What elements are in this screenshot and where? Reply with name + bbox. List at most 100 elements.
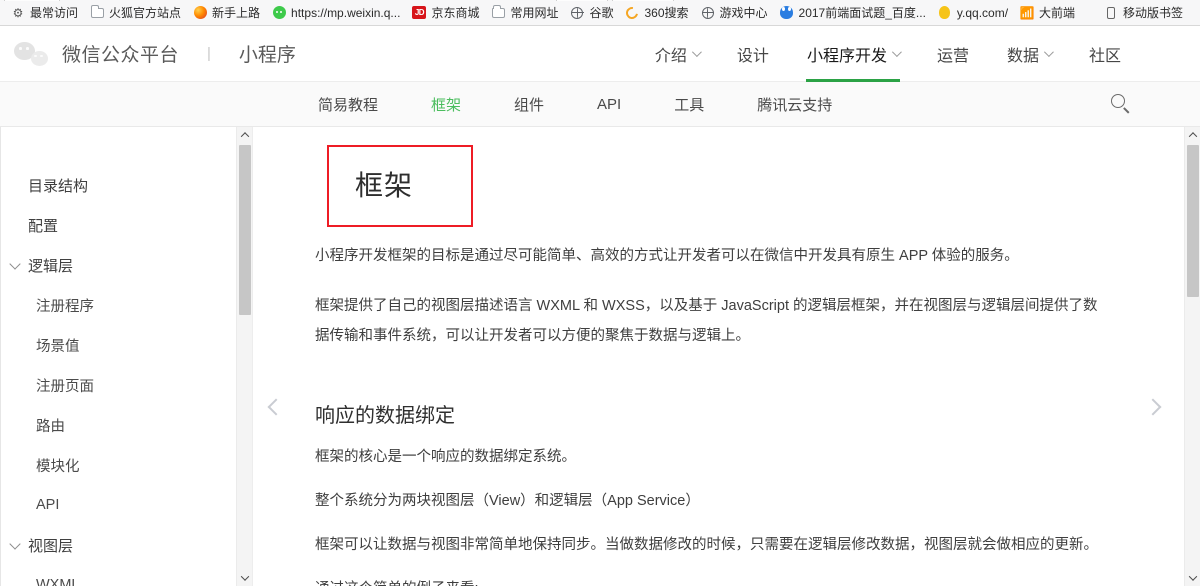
bookmark-qq-music[interactable]: y.qq.com/ — [933, 4, 1015, 22]
page-scrollbar[interactable] — [1184, 127, 1200, 586]
wechat-icon — [272, 6, 286, 20]
nav-item-operation[interactable]: 运营 — [918, 26, 988, 82]
chevron-down-icon — [9, 258, 20, 269]
chevron-left-icon[interactable] — [263, 387, 289, 427]
sidebar-item-register-page[interactable]: 注册页面 — [1, 365, 236, 405]
sidebar-item-config[interactable]: 配置 — [1, 205, 236, 245]
brand-title: 微信公众平台 — [62, 40, 179, 67]
browser-tab-stub — [612, 0, 674, 1]
bookmark-label: 京东商城 — [431, 6, 479, 20]
sidebar-item-label: 注册页面 — [36, 375, 94, 396]
bookmark-mobile-bookmarks[interactable]: 移动版书签 — [1099, 4, 1190, 22]
sidebar: 目录结构 配置 逻辑层 注册程序 场景值 注册页面 路由 模块化 — [0, 127, 253, 586]
page-title: 框架 — [355, 169, 413, 203]
chevron-down-icon — [692, 47, 702, 57]
globe-icon — [701, 6, 715, 20]
sidebar-item-register-app[interactable]: 注册程序 — [1, 285, 236, 325]
bookmark-label: 移动版书签 — [1123, 6, 1183, 20]
chevron-right-icon[interactable] — [1140, 387, 1166, 427]
folder-icon — [90, 6, 104, 20]
jd-icon: JD — [412, 6, 426, 20]
sidebar-item-label: 目录结构 — [28, 175, 88, 196]
bookmark-label: 大前端 — [1039, 6, 1075, 20]
subnav-item-tutorial[interactable]: 简易教程 — [318, 94, 378, 115]
sidebar-scrollbar[interactable] — [236, 127, 252, 586]
search-icon[interactable] — [1108, 91, 1134, 117]
sidebar-item-wxml[interactable]: WXML — [1, 565, 236, 586]
sidebar-item-modularization[interactable]: 模块化 — [1, 445, 236, 485]
bookmark-baidu-interview[interactable]: 2017前端面试题_百度... — [775, 4, 933, 22]
main-navigation: 介绍 设计 小程序开发 运营 数据 社区 — [636, 26, 1140, 82]
subnav-item-api[interactable]: API — [597, 96, 621, 113]
document-scroll-region: 框架 小程序开发框架的目标是通过尽可能简单、高效的方式让开发者可以在微信中开发具… — [253, 127, 1200, 586]
nav-item-data[interactable]: 数据 — [988, 26, 1070, 82]
sub-navigation: 简易教程 框架 组件 API 工具 腾讯云支持 — [0, 82, 1200, 127]
bookmark-most-visited[interactable]: ⚙ 最常访问 — [6, 4, 85, 22]
bookmark-label: https://mp.weixin.q... — [291, 6, 400, 20]
sidebar-item-label: 路由 — [36, 415, 65, 436]
bookmark-label: 新手上路 — [212, 6, 260, 20]
bookmark-label: 游戏中心 — [720, 6, 768, 20]
mobile-device-icon — [1104, 6, 1118, 20]
firefox-icon — [193, 6, 207, 20]
nav-label: 设计 — [737, 42, 769, 66]
scrollbar-thumb[interactable] — [239, 145, 251, 315]
nav-label: 社区 — [1089, 42, 1121, 66]
sidebar-group-logic-layer[interactable]: 逻辑层 — [1, 245, 236, 285]
site-logo-area[interactable]: 微信公众平台 | 小程序 — [14, 40, 296, 67]
chevron-down-icon — [1044, 47, 1054, 57]
nav-label: 小程序开发 — [807, 42, 887, 66]
bookmark-label: y.qq.com/ — [957, 6, 1008, 20]
bookmark-360-search[interactable]: 360搜索 — [620, 4, 695, 22]
scroll-down-arrow-icon[interactable] — [237, 570, 253, 586]
sidebar-item-label: 注册程序 — [36, 295, 94, 316]
nav-label: 介绍 — [655, 42, 687, 66]
subnav-item-components[interactable]: 组件 — [514, 94, 544, 115]
scroll-up-arrow-icon[interactable] — [1185, 127, 1200, 143]
subnav-item-tools[interactable]: 工具 — [674, 94, 704, 115]
globe-icon — [570, 6, 584, 20]
content-area: 框架 小程序开发框架的目标是通过尽可能简单、高效的方式让开发者可以在微信中开发具… — [253, 127, 1200, 586]
bookmark-firefox-official[interactable]: 火狐官方站点 — [85, 4, 188, 22]
nav-item-intro[interactable]: 介绍 — [636, 26, 718, 82]
bookmark-common-sites[interactable]: 常用网址 — [486, 4, 565, 22]
bookmark-getting-started[interactable]: 新手上路 — [188, 4, 267, 22]
bookmark-da-qian-duan[interactable]: 📶 大前端 — [1015, 4, 1082, 22]
nav-item-design[interactable]: 设计 — [718, 26, 788, 82]
subnav-item-tencent-cloud[interactable]: 腾讯云支持 — [757, 94, 832, 115]
nav-label: 运营 — [937, 42, 969, 66]
nav-item-community[interactable]: 社区 — [1070, 26, 1140, 82]
brand-separator: | — [207, 45, 211, 62]
bookmark-jd[interactable]: JD 京东商城 — [407, 4, 486, 22]
bookmark-label: 最常访问 — [30, 6, 78, 20]
page-body: 目录结构 配置 逻辑层 注册程序 场景值 注册页面 路由 模块化 — [0, 127, 1200, 586]
doc-paragraph-4: 整个系统分为两块视图层（View）和逻辑层（App Service） — [315, 486, 1105, 516]
doc-section-title: 响应的数据绑定 — [315, 399, 1110, 428]
doc-paragraph-6: 通过这个简单的例子来看: — [315, 574, 1105, 586]
qq-music-icon — [938, 6, 952, 20]
nav-item-miniprogram-dev[interactable]: 小程序开发 — [788, 26, 918, 82]
sidebar-group-view-layer[interactable]: 视图层 — [1, 525, 236, 565]
sidebar-item-directory-structure[interactable]: 目录结构 — [1, 165, 236, 205]
bookmark-game-center[interactable]: 游戏中心 — [696, 4, 775, 22]
bookmark-label: 360搜索 — [644, 6, 688, 20]
chevron-down-icon — [892, 47, 902, 57]
gear-icon: ⚙ — [11, 6, 25, 20]
sidebar-item-label: API — [36, 497, 59, 513]
subnav-item-framework[interactable]: 框架 — [431, 94, 461, 115]
sidebar-item-route[interactable]: 路由 — [1, 405, 236, 445]
bookmark-mp-weixin[interactable]: https://mp.weixin.q... — [267, 4, 407, 22]
scrollbar-thumb[interactable] — [1187, 145, 1199, 297]
sidebar-item-label: 视图层 — [28, 535, 73, 556]
scroll-up-arrow-icon[interactable] — [237, 127, 253, 143]
sidebar-item-label: 场景值 — [36, 335, 80, 356]
bookmark-google[interactable]: 谷歌 — [565, 4, 620, 22]
sidebar-item-api[interactable]: API — [1, 485, 236, 525]
360-icon — [625, 6, 639, 20]
page-title-highlight-box: 框架 — [327, 145, 473, 227]
scroll-down-arrow-icon[interactable] — [1185, 570, 1200, 586]
browser-tab-stub — [556, 0, 608, 1]
folder-icon — [491, 6, 505, 20]
bookmark-label: 常用网址 — [510, 6, 558, 20]
sidebar-item-scene-value[interactable]: 场景值 — [1, 325, 236, 365]
